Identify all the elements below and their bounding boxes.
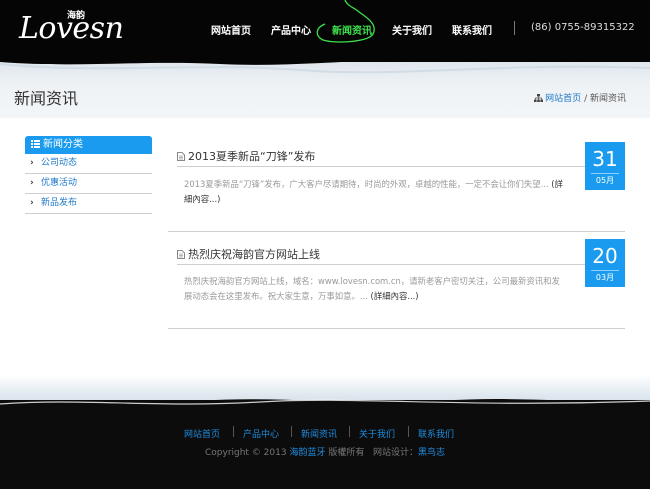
company-link[interactable]: 海韵蓝牙 bbox=[289, 448, 325, 458]
logo-cn-text: 海韵 bbox=[67, 11, 86, 21]
article-date-month: 05月 bbox=[591, 173, 619, 188]
list-icon bbox=[31, 140, 40, 148]
chevron-right-icon: › bbox=[30, 178, 34, 188]
sidebar-item-company-news[interactable]: › 公司动态 bbox=[25, 154, 152, 174]
page-title: 新闻资讯 bbox=[14, 89, 79, 108]
sidebar-title: 新闻分类 bbox=[43, 139, 83, 150]
article-title-link[interactable]: 2013夏季新品“刀锋”发布 bbox=[177, 148, 315, 164]
header-wave bbox=[0, 50, 650, 74]
article-date-day: 20 bbox=[592, 244, 618, 268]
sidebar-item-label: 公司动态 bbox=[41, 158, 78, 168]
footer-nav-divider bbox=[349, 426, 350, 437]
chevron-right-icon: › bbox=[30, 158, 34, 168]
article-title-rule bbox=[177, 264, 585, 265]
copyright-line: Copyright © 2013 海韵蓝牙 版權所有 网站设计：黑鸟志 bbox=[0, 445, 650, 458]
nav-divider bbox=[514, 21, 515, 35]
phone-number: (86) 0755-89315322 bbox=[531, 22, 635, 33]
footer-nav-about[interactable]: 关于我们 bbox=[359, 427, 395, 440]
footer-nav-divider bbox=[233, 426, 234, 437]
article-more-link[interactable]: (詳細內容...) bbox=[371, 291, 419, 301]
article-date-badge: 31 05月 bbox=[585, 142, 625, 190]
sidebar-item-label: 优惠活动 bbox=[41, 178, 78, 188]
breadcrumb-separator: / bbox=[584, 94, 588, 104]
article-summary: 热烈庆祝海韵官方网站上线，域名：www.lovesn.com.cn，请新老客户密… bbox=[184, 274, 568, 304]
article-date-month: 03月 bbox=[591, 270, 619, 285]
article-divider bbox=[168, 231, 625, 232]
site-logo[interactable]: Lovesn 海韵 bbox=[19, 8, 124, 48]
sitemap-icon bbox=[534, 94, 544, 102]
article-title: 热烈庆祝海韵官方网站上线 bbox=[188, 248, 320, 261]
footer-nav-divider bbox=[408, 426, 409, 437]
breadcrumb: 网站首页 / 新闻资讯 bbox=[534, 91, 626, 104]
article-title-rule bbox=[177, 166, 585, 167]
designer-link[interactable]: 黑鸟志 bbox=[418, 448, 445, 458]
copyright-rights: 版權所有 bbox=[328, 448, 365, 458]
article-date-day: 31 bbox=[592, 147, 618, 171]
sidebar-header: 新闻分类 bbox=[25, 136, 152, 154]
chevron-right-icon: › bbox=[30, 198, 34, 208]
article-divider bbox=[168, 328, 625, 329]
sidebar-item-promotions[interactable]: › 优惠活动 bbox=[25, 174, 152, 194]
nav-products[interactable]: 产品中心 bbox=[271, 22, 311, 37]
article-title-link[interactable]: 热烈庆祝海韵官方网站上线 bbox=[177, 246, 320, 262]
article-summary-text: 2013夏季新品“刀锋”发布，广大客户尽请期待，时尚的外观，卓越的性能，一定不会… bbox=[184, 179, 549, 189]
design-label: 网站设计： bbox=[372, 448, 418, 458]
footer-nav-divider bbox=[291, 426, 292, 437]
nav-about[interactable]: 关于我们 bbox=[392, 22, 432, 37]
document-icon bbox=[177, 152, 185, 161]
article-date-badge: 20 03月 bbox=[585, 239, 625, 287]
footer-wave bbox=[0, 399, 650, 411]
sidebar-item-label: 新品发布 bbox=[41, 198, 78, 208]
footer-nav-products[interactable]: 产品中心 bbox=[243, 427, 279, 440]
active-nav-swoosh bbox=[316, 0, 375, 43]
nav-contact[interactable]: 联系我们 bbox=[452, 22, 492, 37]
footer-nav-contact[interactable]: 联系我们 bbox=[418, 427, 454, 440]
breadcrumb-current: 新闻资讯 bbox=[589, 94, 626, 104]
article-summary: 2013夏季新品“刀锋”发布，广大客户尽请期待，时尚的外观，卓越的性能，一定不会… bbox=[184, 177, 568, 207]
news-category-sidebar: 新闻分类 › 公司动态 › 优惠活动 › 新品发布 bbox=[25, 136, 152, 214]
footer-nav-home[interactable]: 网站首页 bbox=[184, 427, 220, 440]
breadcrumb-home-link[interactable]: 网站首页 bbox=[545, 94, 581, 104]
article-title: 2013夏季新品“刀锋”发布 bbox=[188, 150, 316, 163]
sidebar-item-new-products[interactable]: › 新品发布 bbox=[25, 194, 152, 214]
copyright-prefix: Copyright © 2013 bbox=[204, 448, 287, 458]
nav-home[interactable]: 网站首页 bbox=[211, 22, 251, 37]
footer-nav-news[interactable]: 新闻资讯 bbox=[301, 427, 337, 440]
document-icon bbox=[177, 250, 185, 259]
